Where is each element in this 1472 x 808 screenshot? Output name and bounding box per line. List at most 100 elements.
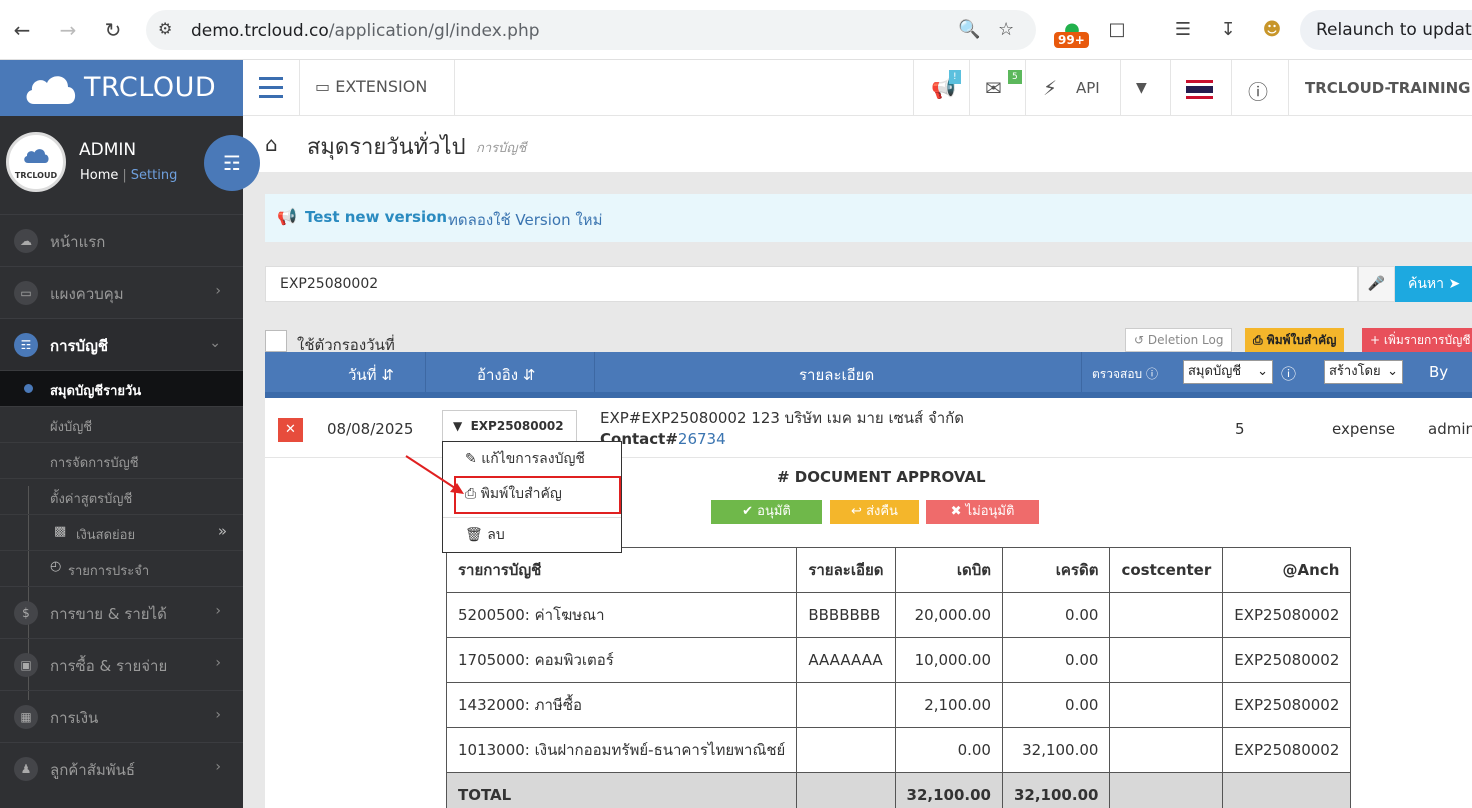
caret-down-icon[interactable]: ▼ [1136,80,1147,96]
address-url[interactable]: demo.trcloud.co/application/gl/index.php [191,21,540,41]
clock-icon: ◴ [50,559,62,574]
chevron-right-icon: › [215,759,221,775]
plus-icon: + [1370,333,1381,347]
notice-link[interactable]: Test new version [305,208,447,226]
sidebar-item-finance[interactable]: ▦ การเงิน › [0,690,243,742]
sidebar-item-home[interactable]: ☁ หน้าแรก [0,214,243,266]
entry-date: 08/08/2025 [327,420,414,438]
extension-menu[interactable]: ▭ EXTENSION [315,77,427,96]
plug-icon[interactable]: ⚡ [1043,76,1057,100]
site-info-icon[interactable]: ⚙ [158,19,172,38]
sidebar-sub-journal[interactable]: สมุดบัญชีรายวัน [0,370,243,406]
avatar[interactable]: TRCLOUD [6,132,66,192]
add-entry-button[interactable]: + เพิ่มรายการบัญชี [1362,328,1472,352]
search-button[interactable]: ค้นหา ➤ [1395,266,1472,302]
book-icon: ☶ [14,333,38,357]
api-link[interactable]: API [1076,79,1100,97]
chevron-down-icon: ⌄ [1387,364,1398,379]
relaunch-button[interactable]: Relaunch to updat [1300,10,1472,50]
chevron-right-icon: › [215,283,221,299]
thai-flag-icon[interactable] [1186,80,1213,104]
col-date[interactable]: วันที่ ⇵ [348,363,394,387]
id-card-icon: ▩ [54,524,67,539]
trash-icon: 🗑 [465,527,483,543]
reject-button[interactable]: ✖ ไม่อนุมัติ [926,500,1039,524]
book-select[interactable]: สมุดบัญชี ⌄ [1183,360,1273,384]
table-row: 5200500: ค่าโฆษณา BBBBBBB 20,000.00 0.00 EXP… [445,592,1352,638]
delete-menu-item[interactable]: 🗑 ลบ [443,518,621,552]
table-row: 1432000: ภาษีซื้อ 2,100.00 0.00 EXP25080002 [445,682,1352,728]
reload-icon[interactable]: ↻ [97,14,129,46]
company-name[interactable]: TRCLOUD-TRAINING [1305,79,1470,97]
col-ref[interactable]: อ้างอิง ⇵ [477,363,535,387]
annotation-arrow [405,455,464,494]
date-filter-checkbox[interactable] [265,330,287,352]
page-subtitle: การบัญชี [476,141,527,156]
history-icon: ↺ [1134,333,1145,347]
zoom-icon[interactable]: 🔍 [958,19,980,40]
setting-link[interactable]: Setting [131,168,178,183]
approve-button[interactable]: ✔ อนุมัติ [711,500,822,524]
table-row: 1013000: เงินฝากออมทรัพย์-ธนาคารไทยพาณิช… [445,727,1352,773]
contact-link[interactable]: 26734 [678,430,726,448]
download-icon[interactable]: ↧ [1212,14,1244,46]
print-voucher-button[interactable]: ⎙ พิมพ์ใบสำคัญ [1245,328,1345,352]
puzzle-extensions-icon[interactable]: □ [1101,14,1133,46]
double-chevron-icon: » [217,522,227,540]
home-link[interactable]: Home [80,168,118,183]
profile-links: Home | Setting [80,168,178,183]
col-detail: รายละเอียด [799,366,875,384]
sidebar-sub-recurring[interactable]: รายการประจำ ◴ [0,550,243,586]
brand-logo[interactable]: TRCLOUD [0,60,243,116]
sidebar-sub-account-formula[interactable]: ตั้งค่าสูตรบัญชี [0,478,243,514]
mail-badge: 5 [1008,70,1022,84]
chevron-circle-icon: ▼ [453,419,463,433]
sort-icon: ⇵ [381,366,394,384]
browser-toolbar: ← → ↻ ⚙ demo.trcloud.co/application/gl/i… [0,0,1472,60]
cloud-logo-icon [26,76,76,104]
users-icon: ♟ [14,757,38,781]
chevron-right-icon: › [215,655,221,671]
home-icon[interactable]: ⌂ [265,132,278,156]
address-bar[interactable]: ⚙ demo.trcloud.co/application/gl/index.p… [146,10,1036,50]
notice-banner: 📢 Test new version ทดลองใช้ Version ใหม่ [265,194,1472,242]
help-icon[interactable]: ⓘ [1248,76,1268,105]
sidebar: TRCLOUD ADMIN Home | Setting ☶ ☁ หน้าแรก ▭… [0,116,260,808]
table-row: 1705000: คอมพิวเตอร์ AAAAAAA 10,000.00 0.00… [445,637,1352,683]
return-button[interactable]: ↩ ส่งคืน [830,500,919,524]
announcement-badge: ! [949,70,961,84]
info-icon: ⓘ [1281,365,1297,383]
creator-select[interactable]: สร้างโดย ⌄ [1324,360,1403,384]
sidebar-sub-chart-of-accounts[interactable]: ผังบัญชี [0,406,243,442]
ref-dropdown-button[interactable]: ▼ EXP25080002 [442,410,577,442]
back-arrow-icon[interactable]: ← [6,14,38,46]
sidebar-sub-account-management[interactable]: การจัดการบัญชี [0,442,243,478]
arrow-circle-icon: ➤ [1448,276,1461,292]
page-header: ⌂ สมุดรายวันทั่วไป การบัญชี [243,116,1472,172]
media-queue-icon[interactable]: ☰ [1167,14,1199,46]
bookmark-star-icon[interactable]: ☆ [998,19,1014,40]
microphone-icon[interactable]: 🎤 [1358,266,1395,302]
gl-table: รายการบัญชี รายละเอียด เดบิต เครดิต cost… [445,547,1352,808]
entry-count: 5 [1235,420,1245,438]
sidebar-item-dashboard[interactable]: ▭ แผงควบคุม › [0,266,243,318]
menu-toggle-icon[interactable] [259,77,283,99]
extension-badge: 99+ [1054,32,1089,48]
search-input[interactable] [265,266,1358,302]
sidebar-item-purchase[interactable]: ▣ การซื้อ & รายจ่าย › [0,638,243,690]
journal-book-icon[interactable]: ☶ [204,135,260,191]
deletion-log-button[interactable]: ↺ Deletion Log [1125,328,1233,352]
mail-icon[interactable]: ✉ [985,76,1002,100]
sort-icon: ⇵ [522,366,536,384]
sidebar-item-sales[interactable]: $ การขาย & รายได้ › [0,586,243,638]
notice-text[interactable]: ทดลองใช้ Version ใหม่ [448,208,602,232]
sidebar-item-crm[interactable]: ♟ ลูกค้าสัมพันธ์ › [0,742,243,794]
sidebar-item-accounting[interactable]: ☶ การบัญชี ⌄ [0,318,243,370]
sidebar-sub-petty-cash[interactable]: เงินสดย่อย ▩ » [0,514,243,550]
profile-avatar-icon[interactable]: ☻ [1256,14,1288,46]
cart-icon: ▣ [14,653,38,677]
chevron-down-icon: ⌄ [1257,364,1268,379]
chevron-right-icon: › [215,707,221,723]
forward-arrow-icon[interactable]: → [52,14,84,46]
delete-row-button[interactable]: ✕ [278,418,303,442]
